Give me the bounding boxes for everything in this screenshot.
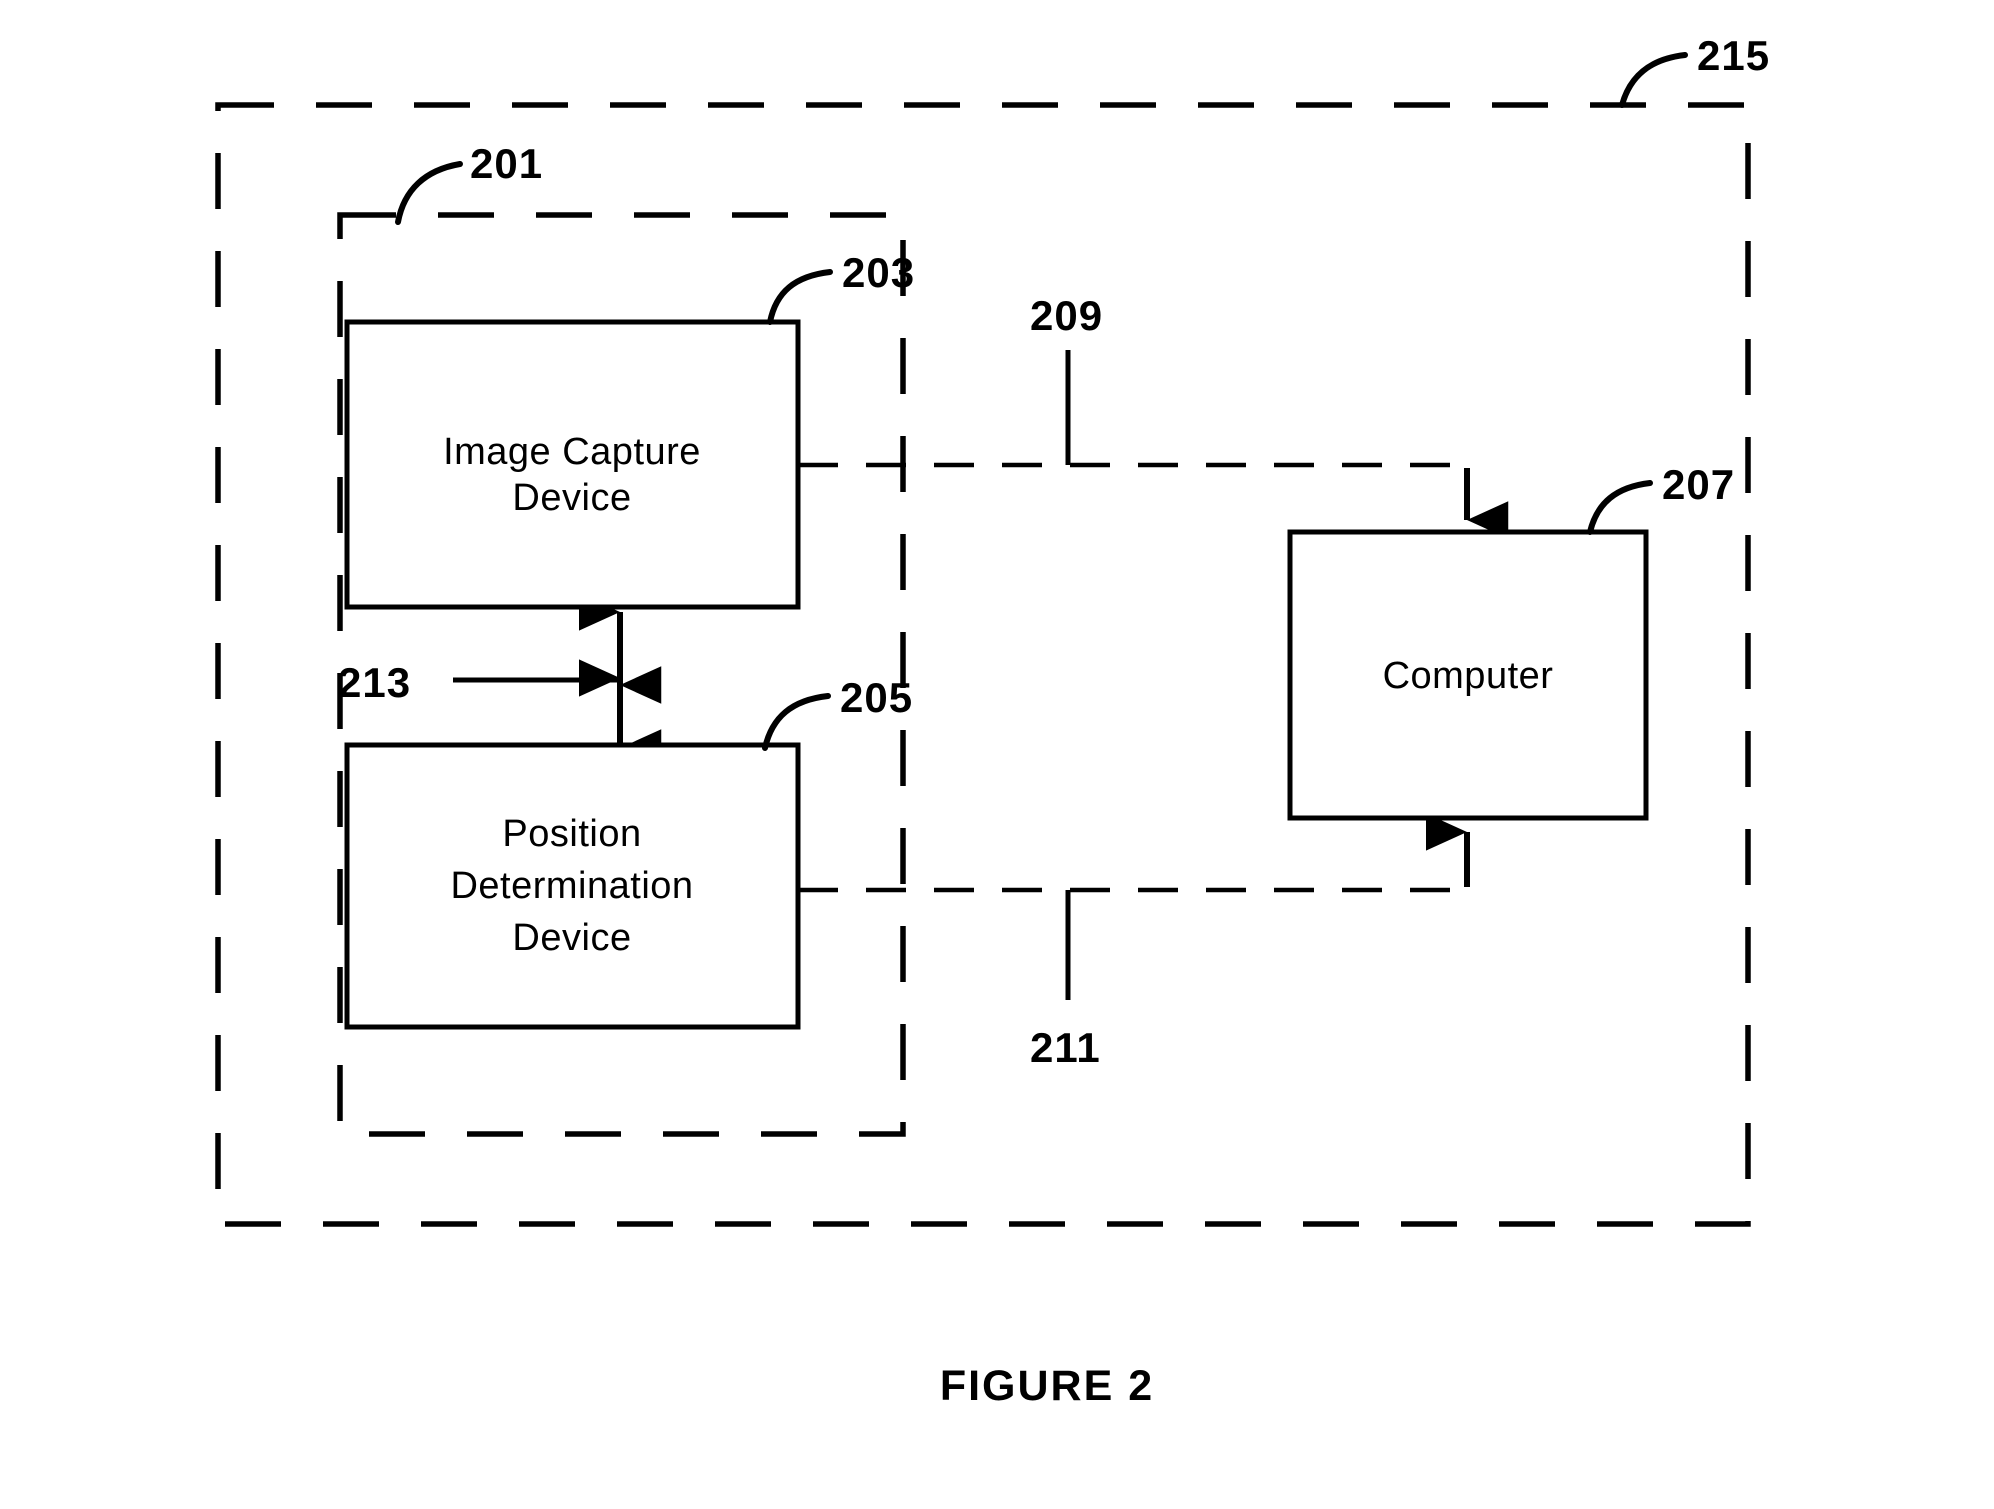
ref-numeral-209: 209: [1030, 292, 1103, 339]
ref-curve-207: [1587, 480, 1653, 535]
ref-numeral-205: 205: [840, 674, 913, 721]
ref-numeral-201: 201: [470, 140, 543, 187]
ref-numeral-215: 215: [1697, 32, 1770, 79]
patent-figure-diagram: Image Capture Device Position Determinat…: [215, 32, 1770, 1410]
ref-numeral-203: 203: [842, 249, 915, 296]
computer-label: Computer: [1383, 655, 1554, 697]
figure-caption: FIGURE 2: [940, 1362, 1154, 1410]
ref-numeral-213: 213: [338, 659, 411, 706]
ref-curve-215: [1619, 52, 1688, 108]
ref-numeral-211: 211: [1030, 1024, 1101, 1071]
ref-curve-203: [767, 269, 833, 325]
position-determination-device-label-line3: Device: [512, 917, 631, 959]
ref-curve-205: [762, 693, 831, 751]
position-determination-device-label-line2: Determination: [450, 865, 693, 907]
figure-canvas: Image Capture Device Position Determinat…: [0, 0, 1994, 1509]
image-capture-device-label-line1: Image Capture: [443, 431, 701, 473]
image-capture-device-label-line2: Device: [512, 477, 631, 519]
ref-numeral-207: 207: [1662, 461, 1735, 508]
position-determination-device-label-line1: Position: [502, 813, 641, 855]
